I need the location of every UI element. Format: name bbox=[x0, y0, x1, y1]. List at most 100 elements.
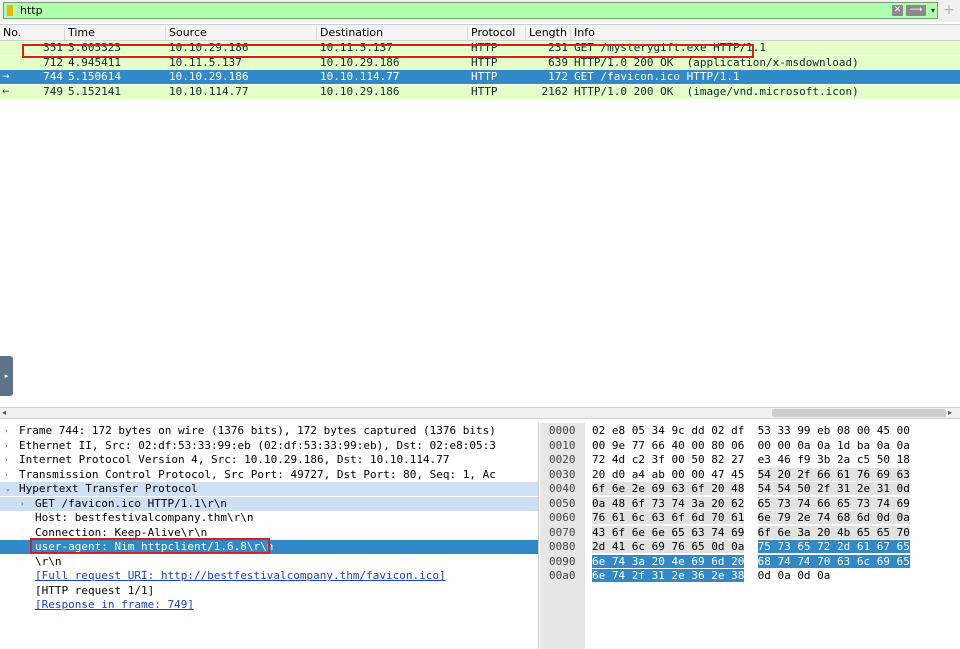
packet-details-pane[interactable]: › Frame 744: 172 bytes on wire (1376 bits… bbox=[0, 423, 539, 649]
collapsed-arrow-icon[interactable]: › bbox=[21, 497, 24, 511]
hex-bytes-second-half: e3 46 f9 3b 2a c5 50 18 bbox=[757, 453, 910, 466]
hex-bytes-second-half: 6e 79 2e 74 68 6d 0d 0a bbox=[757, 511, 910, 524]
hex-row[interactable]: 43 6f 6e 6e 65 63 74 69 6f 6e 3a 20 4b 6… bbox=[592, 525, 910, 540]
cell-protocol: HTTP bbox=[471, 84, 498, 98]
detail-text: Frame 744: 172 bytes on wire (1376 bits)… bbox=[19, 424, 496, 437]
hex-bytes-second-half: 65 73 74 66 65 73 74 69 bbox=[757, 496, 910, 510]
byte-offset: 0030 bbox=[549, 467, 576, 481]
sidebar-expand-handle[interactable]: ▸ bbox=[0, 356, 13, 396]
detail-tree-item[interactable]: › Internet Protocol Version 4, Src: 10.10… bbox=[0, 453, 538, 467]
detail-tree-item[interactable]: [HTTP request 1/1] bbox=[0, 584, 538, 598]
scrollbar-thumb[interactable] bbox=[772, 409, 946, 417]
cell-time: 5.152141 bbox=[68, 84, 121, 98]
display-filter-box[interactable]: ✕ ⟶ ▾ bbox=[3, 2, 938, 19]
horizontal-scrollbar[interactable]: ◂ ▸ bbox=[0, 407, 960, 419]
hex-row[interactable]: 72 4d c2 3f 00 50 82 27 e3 46 f9 3b 2a c… bbox=[592, 453, 910, 467]
column-header-destination[interactable]: Destination bbox=[317, 26, 468, 40]
expanded-arrow-icon[interactable]: ⌄ bbox=[5, 482, 11, 496]
packet-row[interactable]: → 744 5.150614 10.10.29.186 10.10.114.77 HTTP… bbox=[0, 70, 960, 84]
cell-source: 10.10.114.77 bbox=[169, 84, 249, 98]
hex-row[interactable]: 00 9e 77 66 40 00 80 06 00 00 0a 0a 1d b… bbox=[592, 439, 910, 453]
hex-bytes-first-half: 2d 41 6c 69 76 65 0d 0a bbox=[592, 540, 745, 553]
byte-offset: 0090 bbox=[549, 554, 576, 568]
cell-info: GET /favicon.ico HTTP/1.1 bbox=[574, 70, 740, 83]
detail-text: Ethernet II, Src: 02:df:53:33:99:eb (02:… bbox=[19, 438, 496, 452]
detail-tree-item[interactable]: Host: bestfestivalcompany.thm\r\n bbox=[0, 511, 538, 525]
hex-row[interactable]: 20 d0 a4 ab 00 00 47 45 54 20 2f 66 61 7… bbox=[592, 467, 910, 482]
scroll-left-arrow-icon[interactable]: ◂ bbox=[2, 408, 12, 418]
column-header-info[interactable]: Info bbox=[571, 26, 960, 40]
cell-info: HTTP/1.0 200 OK (image/vnd.microsoft.ico… bbox=[574, 84, 859, 98]
hex-row[interactable]: 0a 48 6f 73 74 3a 20 62 65 73 74 66 65 7… bbox=[592, 496, 910, 511]
hex-row[interactable]: 6e 74 3a 20 4e 69 6d 20 68 74 74 70 63 6… bbox=[592, 554, 910, 569]
column-header-time[interactable]: Time bbox=[65, 26, 166, 40]
hex-bytes-first-half: 0a 48 6f 73 74 3a 20 62 bbox=[592, 496, 745, 510]
byte-offset: 0060 bbox=[549, 511, 576, 524]
byte-offset: 00a0 bbox=[549, 569, 576, 582]
detail-text: Host: bestfestivalcompany.thm\r\n bbox=[35, 511, 254, 524]
bookmark-icon[interactable] bbox=[7, 5, 13, 16]
cell-length: 2162 bbox=[541, 84, 569, 98]
column-header-length[interactable]: Length bbox=[526, 26, 571, 40]
collapsed-arrow-icon[interactable]: › bbox=[5, 439, 8, 453]
collapsed-arrow-icon[interactable]: › bbox=[5, 424, 8, 438]
detail-tree-item[interactable]: ⌄ Hypertext Transfer Protocol bbox=[0, 482, 538, 496]
cell-protocol: HTTP bbox=[471, 70, 498, 83]
detail-tree-item[interactable]: › Frame 744: 172 bytes on wire (1376 bits… bbox=[0, 424, 538, 438]
add-filter-button-icon[interactable]: + bbox=[942, 2, 956, 19]
detail-link[interactable]: [Response in frame: 749] bbox=[35, 598, 194, 612]
hex-row[interactable]: 02 e8 05 34 9c dd 02 df 53 33 99 eb 08 0… bbox=[592, 424, 910, 438]
cell-no: 744 bbox=[43, 70, 63, 83]
hex-bytes-first-half: 43 6f 6e 6e 65 63 74 69 bbox=[592, 525, 745, 539]
hex-bytes-second-half: 68 74 74 70 63 6c 69 65 bbox=[757, 554, 910, 568]
detail-tree-item[interactable]: [Response in frame: 749] bbox=[0, 598, 538, 612]
detail-tree-item[interactable]: › Ethernet II, Src: 02:df:53:33:99:eb (02… bbox=[0, 439, 538, 453]
hex-row[interactable]: 2d 41 6c 69 76 65 0d 0a 75 73 65 72 2d 6… bbox=[592, 540, 910, 554]
filter-dropdown-icon[interactable]: ▾ bbox=[928, 4, 938, 17]
byte-offset: 0070 bbox=[549, 525, 576, 539]
packet-list[interactable]: No. Time Source Destination Protocol Len… bbox=[0, 24, 960, 408]
detail-tree-item[interactable]: \r\n bbox=[0, 555, 538, 569]
hex-bytes-first-half: 6e 74 2f 31 2e 36 2e 38 bbox=[592, 569, 745, 582]
hex-bytes-second-half: 0d 0a 0d 0a bbox=[757, 569, 831, 582]
packet-bytes-pane[interactable]: 0000 0010 0020 0030 0040 0050 0060 0070 0080 0090… bbox=[540, 423, 960, 649]
hex-bytes-second-half: 54 20 2f 66 61 76 69 63 bbox=[757, 467, 910, 481]
collapsed-arrow-icon[interactable]: › bbox=[5, 468, 8, 482]
packet-row[interactable]: ← 749 5.152141 10.10.114.77 10.10.29.186 HTTP… bbox=[0, 84, 960, 99]
hex-bytes-second-half: 75 73 65 72 2d 61 67 65 bbox=[757, 540, 910, 553]
detail-text: Hypertext Transfer Protocol bbox=[19, 482, 198, 495]
detail-tree-item[interactable]: › GET /favicon.ico HTTP/1.1\r\n bbox=[0, 496, 538, 511]
byte-offset: 0000 bbox=[549, 424, 576, 437]
byte-offset: 0020 bbox=[549, 453, 576, 466]
clear-filter-icon[interactable]: ✕ bbox=[892, 5, 903, 16]
display-filter-input[interactable] bbox=[20, 3, 880, 18]
detail-tree-item[interactable]: › Transmission Control Protocol, Src Port… bbox=[0, 468, 538, 482]
collapsed-arrow-icon[interactable]: › bbox=[5, 453, 8, 467]
cell-source: 10.10.29.186 bbox=[169, 70, 249, 83]
detail-tree-item[interactable]: [Full request URI: http://bestfestivalco… bbox=[0, 569, 538, 583]
selected-row-annotation bbox=[22, 44, 754, 58]
hex-bytes-first-half: 72 4d c2 3f 00 50 82 27 bbox=[592, 453, 745, 466]
byte-offset: 0010 bbox=[549, 438, 576, 452]
column-header-source[interactable]: Source bbox=[166, 26, 317, 40]
scroll-right-arrow-icon[interactable]: ▸ bbox=[948, 408, 958, 418]
cell-destination: 10.10.114.77 bbox=[320, 70, 400, 83]
detail-link[interactable]: [Full request URI: http://bestfestivalco… bbox=[35, 569, 446, 583]
hex-bytes-first-half: 20 d0 a4 ab 00 00 47 45 bbox=[592, 467, 745, 481]
hex-row[interactable]: 6f 6e 2e 69 63 6f 20 48 54 54 50 2f 31 2… bbox=[592, 482, 910, 496]
column-header-protocol[interactable]: Protocol bbox=[468, 26, 526, 40]
hex-bytes-first-half: 6f 6e 2e 69 63 6f 20 48 bbox=[592, 482, 745, 495]
byte-offset: 0080 bbox=[549, 540, 576, 553]
detail-text: GET /favicon.ico HTTP/1.1\r\n bbox=[35, 496, 228, 510]
column-header-no[interactable]: No. bbox=[0, 26, 65, 40]
detail-text: [HTTP request 1/1] bbox=[35, 583, 155, 597]
hex-bytes-first-half: 02 e8 05 34 9c dd 02 df bbox=[592, 424, 745, 437]
cell-no: 749 bbox=[43, 84, 63, 98]
hex-row[interactable]: 6e 74 2f 31 2e 36 2e 38 0d 0a 0d 0a bbox=[592, 569, 830, 583]
byte-offset-column: 0000 0010 0020 0030 0040 0050 0060 0070 0080 0090… bbox=[540, 423, 585, 649]
apply-filter-icon[interactable]: ⟶ bbox=[906, 5, 926, 16]
hex-row[interactable]: 76 61 6c 63 6f 6d 70 61 6e 79 2e 74 68 6… bbox=[592, 511, 910, 525]
hex-bytes-first-half: 76 61 6c 63 6f 6d 70 61 bbox=[592, 511, 745, 524]
cell-length: 172 bbox=[548, 70, 568, 83]
display-filter-toolbar: ✕ ⟶ ▾ + bbox=[0, 0, 960, 22]
